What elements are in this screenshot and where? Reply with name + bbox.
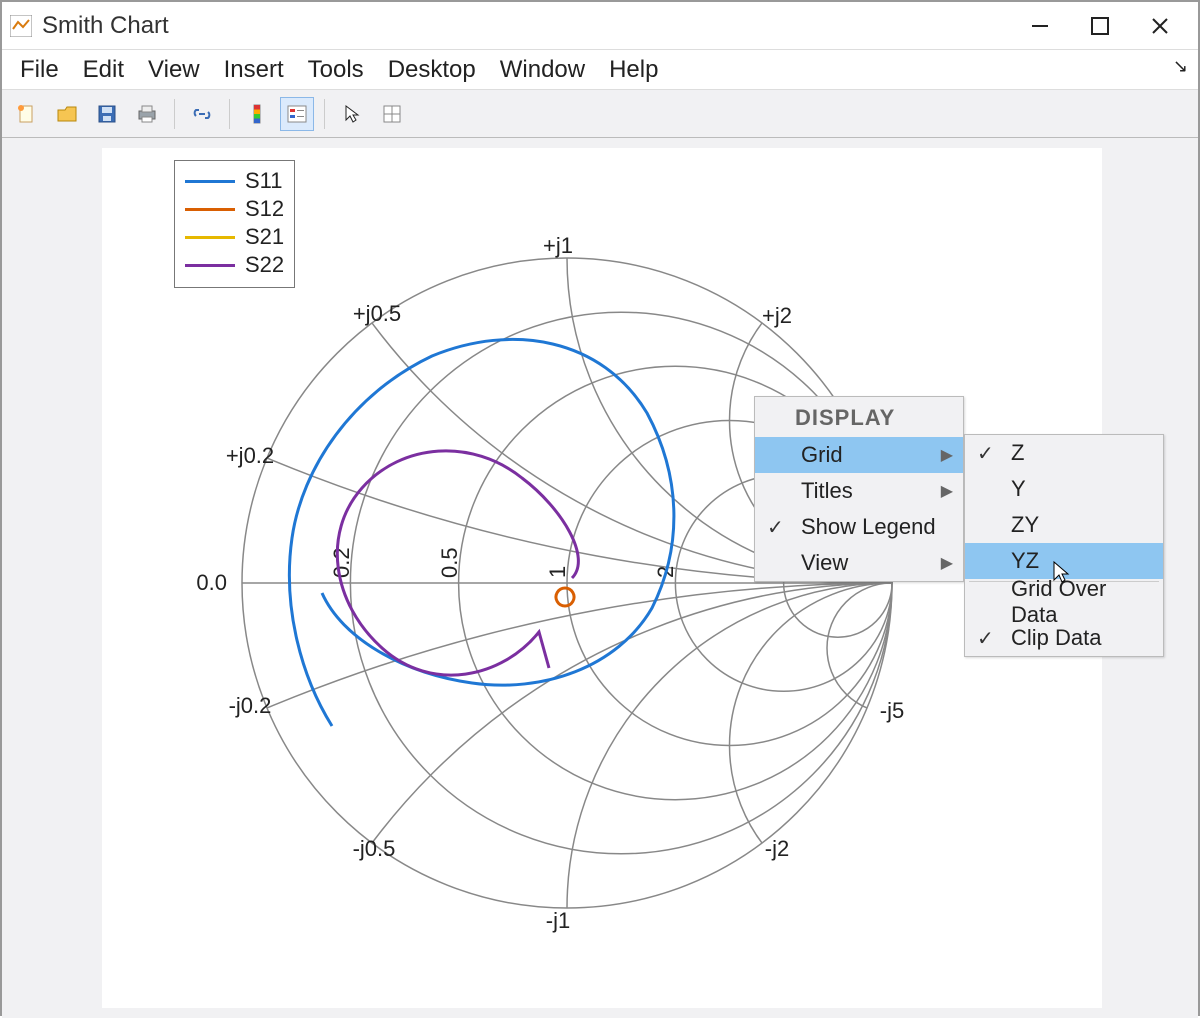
legend-swatch (185, 180, 235, 183)
legend-label: S22 (245, 252, 284, 278)
axis-label-j02p: +j0.2 (226, 443, 274, 468)
check-icon: ✓ (977, 626, 994, 651)
axis-label-j2n: -j2 (765, 836, 789, 861)
legend-swatch (185, 236, 235, 239)
submenu-arrow-icon: ▶ (941, 445, 953, 465)
submenu-label: YZ (1011, 548, 1039, 574)
menu-insert[interactable]: Insert (212, 52, 296, 88)
window-title: Smith Chart (42, 12, 169, 40)
submenu-arrow-icon: ▶ (941, 481, 953, 501)
check-icon: ✓ (767, 515, 784, 540)
legend-button[interactable] (280, 97, 314, 131)
colorbar-button[interactable] (240, 97, 274, 131)
legend-label: S12 (245, 196, 284, 222)
menu-tools[interactable]: Tools (296, 52, 376, 88)
context-menu-item-view[interactable]: View ▶ (755, 545, 963, 581)
submenu-item-clipdata[interactable]: ✓ Clip Data (965, 620, 1163, 656)
submenu-label: Z (1011, 440, 1024, 466)
submenu-arrow-icon: ▶ (941, 553, 953, 573)
app-icon (10, 15, 32, 37)
data-cursor-button[interactable] (375, 97, 409, 131)
submenu-item-z[interactable]: ✓ Z (965, 435, 1163, 471)
submenu-grid: ✓ Z Y ZY YZ Grid Over Data ✓ Clip Data (964, 434, 1164, 657)
context-menu-item-grid[interactable]: Grid ▶ (755, 437, 963, 473)
submenu-item-zy[interactable]: ZY (965, 507, 1163, 543)
minimize-button[interactable] (1010, 6, 1070, 46)
toolbar-separator (229, 99, 230, 129)
legend-item-s12[interactable]: S12 (185, 195, 284, 223)
axis-tick-02: 0.2 (329, 547, 354, 578)
legend-item-s21[interactable]: S21 (185, 223, 284, 251)
axis-label-j05n: -j0.5 (353, 836, 396, 861)
context-menu-display: DISPLAY Grid ▶ Titles ▶ ✓ Show Legend Vi… (754, 396, 964, 582)
submenu-label: ZY (1011, 512, 1039, 538)
context-menu-label: Grid (801, 442, 843, 468)
axis-label-j02n: -j0.2 (229, 693, 272, 718)
legend-item-s11[interactable]: S11 (185, 167, 284, 195)
undock-icon[interactable]: ↘ (1173, 56, 1188, 77)
print-button[interactable] (130, 97, 164, 131)
menu-edit[interactable]: Edit (71, 52, 136, 88)
axis-tick-1: 1 (545, 566, 570, 578)
legend-item-s22[interactable]: S22 (185, 251, 284, 279)
context-menu-label: Titles (801, 478, 853, 504)
toolbar-separator (174, 99, 175, 129)
submenu-label: Clip Data (1011, 625, 1101, 651)
menubar: File Edit View Insert Tools Desktop Wind… (2, 50, 1198, 90)
context-menu-label: Show Legend (801, 514, 936, 540)
menu-help[interactable]: Help (597, 52, 670, 88)
submenu-item-y[interactable]: Y (965, 471, 1163, 507)
menu-view[interactable]: View (136, 52, 212, 88)
menu-desktop[interactable]: Desktop (376, 52, 488, 88)
legend-swatch (185, 264, 235, 267)
axis-label-j1p: +j1 (543, 233, 573, 258)
submenu-item-yz[interactable]: YZ (965, 543, 1163, 579)
new-file-button[interactable] (10, 97, 44, 131)
pointer-button[interactable] (335, 97, 369, 131)
axis-label-j5n: -j5 (880, 698, 904, 723)
save-file-button[interactable] (90, 97, 124, 131)
window-titlebar: Smith Chart (2, 2, 1198, 50)
link-button[interactable] (185, 97, 219, 131)
submenu-item-gridoverdata[interactable]: Grid Over Data (965, 584, 1163, 620)
toolbar-separator (324, 99, 325, 129)
legend[interactable]: S11 S12 S21 S22 (174, 160, 295, 288)
axis-label-j05p: +j0.5 (353, 301, 401, 326)
axis-label-j2p: +j2 (762, 303, 792, 328)
axis-label-left: 0.0 (196, 570, 227, 595)
context-menu-header: DISPLAY (755, 397, 963, 437)
legend-label: S21 (245, 224, 284, 250)
legend-swatch (185, 208, 235, 211)
figure-canvas[interactable]: 0.0 +j0.2 +j0.5 +j1 +j2 -j0.2 -j0.5 -j1 … (2, 138, 1198, 1018)
legend-label: S11 (245, 168, 283, 194)
axis-tick-05: 0.5 (437, 547, 462, 578)
submenu-label: Y (1011, 476, 1026, 502)
axis-label-j1n: -j1 (546, 908, 570, 933)
toolbar (2, 90, 1198, 138)
maximize-button[interactable] (1070, 6, 1130, 46)
context-menu-label: View (801, 550, 848, 576)
menu-file[interactable]: File (8, 52, 71, 88)
close-button[interactable] (1130, 6, 1190, 46)
context-menu-item-showlegend[interactable]: ✓ Show Legend (755, 509, 963, 545)
context-menu-item-titles[interactable]: Titles ▶ (755, 473, 963, 509)
open-file-button[interactable] (50, 97, 84, 131)
menu-window[interactable]: Window (488, 52, 597, 88)
check-icon: ✓ (977, 441, 994, 466)
